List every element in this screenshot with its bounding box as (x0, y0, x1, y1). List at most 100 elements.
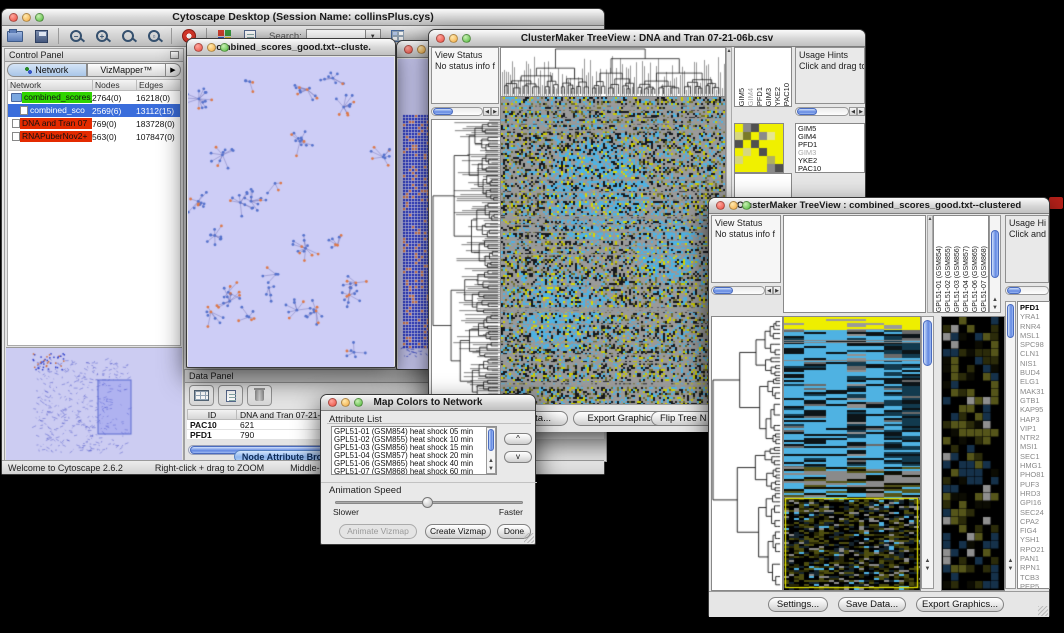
treeview1-title: ClusterMaker TreeView : DNA and Tran 07-… (453, 33, 841, 44)
tv2-settings-button[interactable]: Settings... (768, 597, 828, 612)
tv2-top-empty-panel (783, 215, 926, 313)
tv1-column-labels: GIM5GIM4PFD1GIM3YKE2PAC10 (734, 47, 792, 107)
zoom-fit-button[interactable] (117, 27, 139, 45)
tv2-heatmap-scrollbar[interactable]: ▲ ▼ (921, 316, 934, 589)
tv2-row-dendrogram[interactable] (711, 316, 783, 591)
gene-label: RPN1 (1020, 563, 1047, 572)
network-table-row[interactable]: RNAPuberNov2+ 563(0) 107847(0) (8, 130, 180, 143)
zoom-button[interactable] (462, 34, 471, 43)
zoom-out-button[interactable]: − (65, 27, 87, 45)
network-table-row[interactable]: combined_scores_ 2764(0) 16218(0) (8, 91, 180, 104)
new-attribute-button[interactable] (218, 385, 243, 406)
zoom-button[interactable] (35, 13, 44, 22)
attribute-list-scrollbar[interactable]: ▲ ▼ (486, 427, 496, 474)
tv1-usage-slider[interactable]: ◀▶ (795, 105, 865, 117)
minimize-button[interactable] (449, 34, 458, 43)
tv1-column-dendrogram[interactable] (500, 47, 726, 97)
network-overview-thumbnail[interactable] (6, 347, 182, 462)
tv2-gene-list[interactable]: PFD1YRA1RNR4MSL1SPC98CLN1NIS1BUD4ELG1MAK… (1017, 301, 1050, 589)
tv2-bottom-bar: Settings... Save Data... Export Graphics… (709, 591, 1049, 617)
delete-attribute-button[interactable] (247, 385, 272, 406)
network1-canvas[interactable] (188, 57, 394, 367)
close-button[interactable] (404, 45, 413, 54)
minimize-button[interactable] (341, 398, 350, 407)
network-file-icon (20, 106, 28, 115)
open-session-button[interactable] (4, 27, 26, 45)
tv2-heatmap[interactable] (783, 316, 921, 591)
select-attributes-button[interactable] (189, 385, 214, 406)
gene-label: PAN1 (1020, 554, 1047, 563)
network-file-icon (12, 119, 20, 128)
tv2-column-scrollbar[interactable]: ▲ ▼ (989, 215, 1001, 313)
treeview2-title: ClusterMaker TreeView : combined_scores_… (733, 200, 1025, 211)
network-table-row[interactable]: combined_sco 2569(6) 13112(15) (8, 104, 180, 117)
minimize-button[interactable] (417, 45, 426, 54)
tv2-gene-scrollbar[interactable]: ▲ ▼ (1005, 301, 1016, 589)
network-file-icon (11, 93, 22, 102)
slider-thumb[interactable] (422, 497, 433, 508)
zoom-in-button[interactable]: + (91, 27, 113, 45)
status-welcome: Welcome to Cytoscape 2.6.2 (8, 463, 123, 473)
animate-vizmap-button[interactable]: Animate Vizmap (339, 524, 417, 539)
network-table-row[interactable]: DNA and Tran 07 769(0) 183728(0) (8, 117, 180, 130)
zoom-button[interactable] (220, 43, 229, 52)
tv2-zoom-heatmap[interactable] (941, 316, 1005, 591)
window-controls[interactable] (9, 13, 44, 22)
main-title-bar[interactable]: Cytoscape Desktop (Session Name: collins… (2, 9, 604, 26)
save-session-button[interactable] (30, 27, 52, 45)
gene-label: PFD1 (1020, 303, 1047, 312)
gene-label: HAP3 (1020, 415, 1047, 424)
move-up-button[interactable]: ^ (504, 433, 532, 445)
close-button[interactable] (328, 398, 337, 407)
dialog-resize-grip[interactable] (524, 533, 534, 543)
zoom-button[interactable] (354, 398, 363, 407)
slider-right-arrow[interactable]: ▶ (491, 107, 499, 116)
tv2-view-status-panel: View Status No status info f (711, 215, 781, 283)
tv2-usage-slider[interactable] (1005, 284, 1049, 296)
tv2-view-status-body: No status info f (715, 229, 777, 240)
move-down-button[interactable]: v (504, 451, 532, 463)
gene-label: HRD3 (1020, 489, 1047, 498)
gene-label: RPO21 (1020, 545, 1047, 554)
tab-overflow-arrow[interactable]: ▶ (166, 63, 181, 77)
gene-label: GPI16 (1020, 498, 1047, 507)
gene-label: PUF3 (1020, 480, 1047, 489)
network-table-header: Network Nodes Edges (7, 79, 181, 91)
tv1-heatmap[interactable] (500, 96, 726, 406)
treeview1-title-bar[interactable]: ClusterMaker TreeView : DNA and Tran 07-… (429, 30, 865, 47)
tv2-save-data-button[interactable]: Save Data... (838, 597, 906, 612)
attribute-list[interactable]: GPL51-01 (GSM854) heat shock 05 minGPL51… (331, 426, 497, 475)
tv1-gene-list[interactable]: GIM5GIM4PFD1GIM3YKE2PAC10 (795, 123, 865, 173)
tv1-view-status-panel: View Status No status info f (431, 47, 499, 104)
zoom-selected-button[interactable]: ▫ (143, 27, 165, 45)
animation-speed-label: Animation Speed (329, 485, 401, 496)
close-button[interactable] (716, 201, 725, 210)
tv1-correlation-matrix[interactable] (734, 123, 784, 173)
create-vizmap-button[interactable]: Create Vizmap (425, 524, 491, 539)
dialog-title-bar[interactable]: Map Colors to Network (321, 395, 535, 411)
tab-vizmapper[interactable]: VizMapper™ (87, 63, 167, 77)
close-button[interactable] (436, 34, 445, 43)
zoom-button[interactable] (742, 201, 751, 210)
minimize-button[interactable] (729, 201, 738, 210)
slider-left-arrow[interactable]: ◀ (483, 107, 491, 116)
gene-label: NIS1 (1020, 359, 1047, 368)
animation-speed-slider[interactable] (335, 501, 523, 504)
tv2-column-labels: GPL51-01 (GSM854)GPL51-02 (GSM855)GPL51-… (933, 215, 989, 313)
tv2-export-graphics-button[interactable]: Export Graphics... (916, 597, 1004, 612)
tv1-row-dendrogram[interactable] (431, 119, 501, 406)
minimize-button[interactable] (207, 43, 216, 52)
treeview2-title-bar[interactable]: ClusterMaker TreeView : combined_scores_… (709, 198, 1049, 214)
gene-label: PEP5 (1020, 582, 1047, 589)
minimize-button[interactable] (22, 13, 31, 22)
network1-title-bar[interactable]: combined_scores_good.txt--cluste... (187, 39, 395, 56)
close-button[interactable] (9, 13, 18, 22)
faster-label: Faster (499, 507, 523, 517)
gene-label: SEC1 (1020, 452, 1047, 461)
tab-network[interactable]: Network (7, 63, 87, 77)
tv1-zoom-slider[interactable]: ◀▶ (431, 105, 499, 117)
tv2-zoom-slider[interactable]: ◀▶ (711, 284, 781, 296)
float-panel-icon[interactable] (170, 51, 179, 59)
close-button[interactable] (194, 43, 203, 52)
resize-grip[interactable] (1038, 606, 1048, 616)
